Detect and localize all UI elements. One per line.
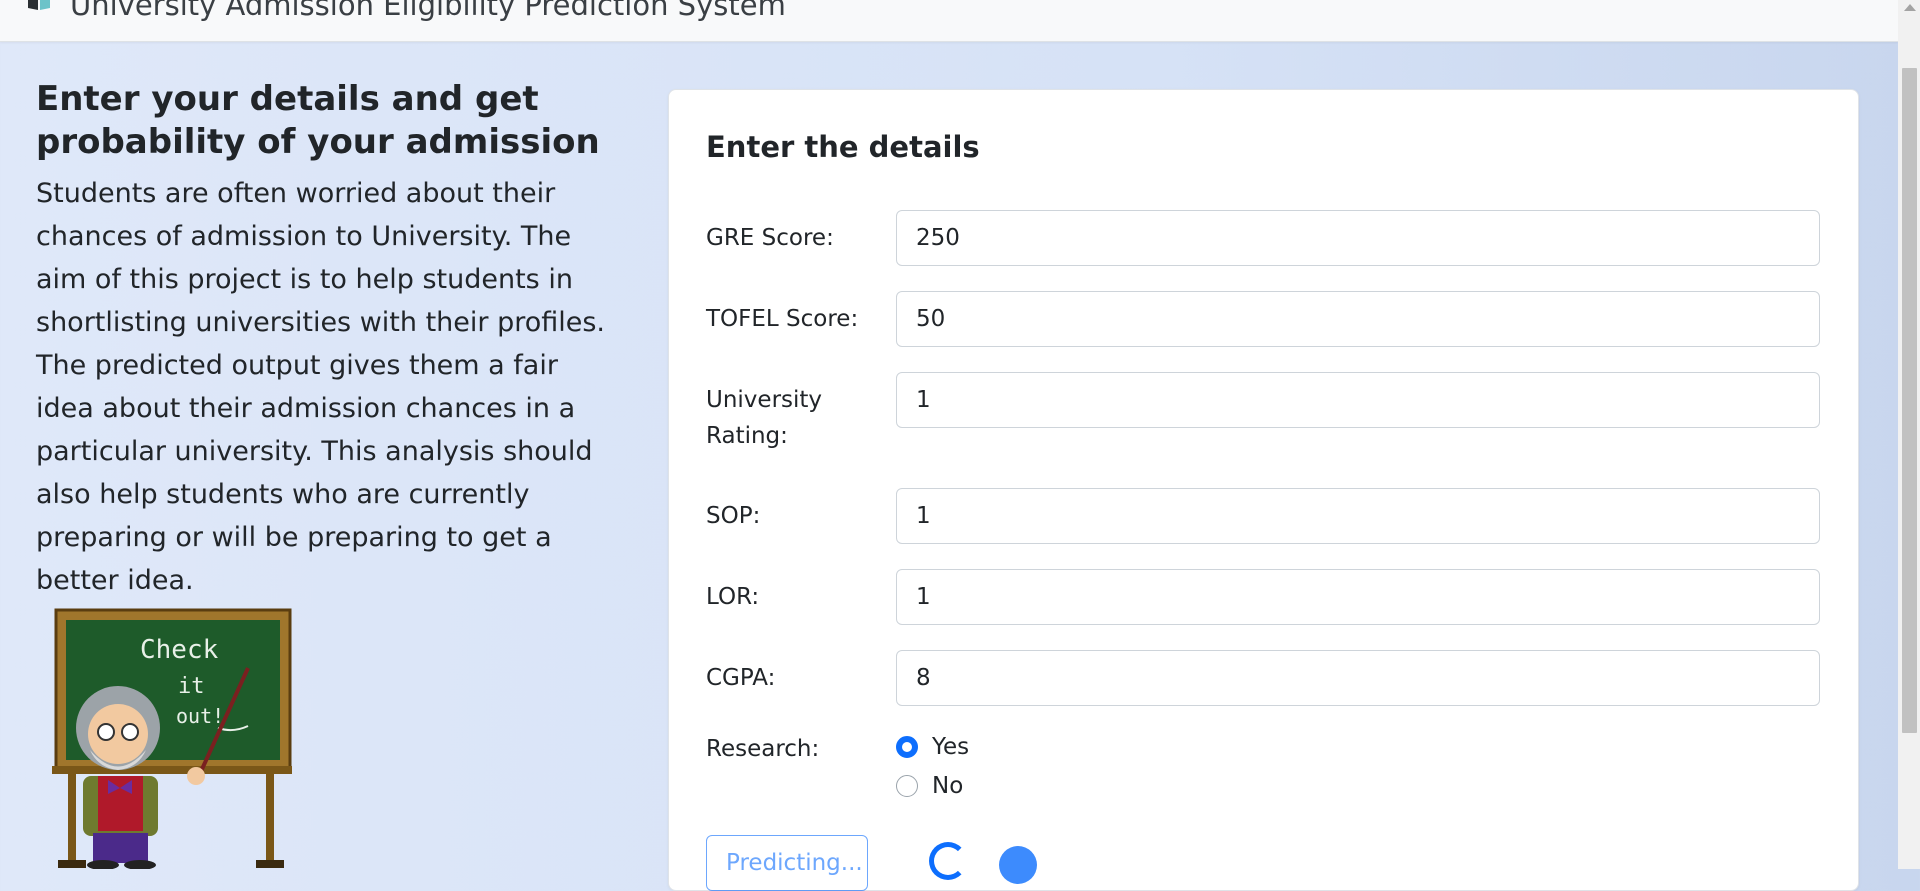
intro-description: Students are often worried about their c… — [36, 178, 606, 596]
cgpa-input[interactable] — [896, 650, 1820, 706]
intro-heading: Enter your details and get probability o… — [36, 79, 600, 162]
loading-spinner-icon — [929, 842, 967, 880]
teacher-illustration: Check it out! — [52, 608, 292, 869]
research-yes-label: Yes — [932, 734, 970, 760]
cgpa-label: CGPA: — [706, 665, 776, 691]
rating-label: University Rating: — [706, 387, 823, 449]
lor-input[interactable] — [896, 569, 1820, 625]
form-title: Enter the details — [706, 130, 980, 164]
research-no-label: No — [932, 773, 964, 799]
sop-input[interactable] — [896, 488, 1820, 544]
research-yes-option[interactable]: Yes — [896, 734, 969, 760]
tofel-score-input[interactable] — [896, 291, 1820, 347]
app-title: University Admission Eligibility Predict… — [70, 0, 786, 22]
gre-label: GRE Score: — [706, 225, 834, 251]
intro-section: Enter your details and get probability o… — [36, 78, 616, 602]
chalkboard-text-2: it — [178, 674, 205, 699]
chalkboard-text-3: out! — [176, 704, 224, 728]
tofel-label: TOFEL Score: — [706, 306, 859, 332]
navbar: University Admission Eligibility Predict… — [0, 0, 1898, 42]
gre-score-input[interactable] — [896, 210, 1820, 266]
research-no-radio[interactable] — [896, 775, 918, 797]
research-yes-radio[interactable] — [896, 736, 918, 758]
university-rating-input[interactable] — [896, 372, 1820, 428]
research-label: Research: — [706, 736, 820, 762]
scroll-up-arrow-icon[interactable] — [1904, 4, 1916, 11]
details-form-card: Enter the details GRE Score: TOFEL Score… — [668, 89, 1859, 891]
chalkboard-text-1: Check — [140, 635, 219, 665]
lor-label: LOR: — [706, 584, 760, 610]
scrollbar-thumb[interactable] — [1902, 68, 1917, 733]
loading-dot-icon — [999, 846, 1037, 884]
predict-button[interactable]: Predicting... — [706, 835, 868, 891]
book-logo-icon — [28, 0, 50, 10]
research-no-option[interactable]: No — [896, 773, 963, 799]
sop-label: SOP: — [706, 503, 761, 529]
